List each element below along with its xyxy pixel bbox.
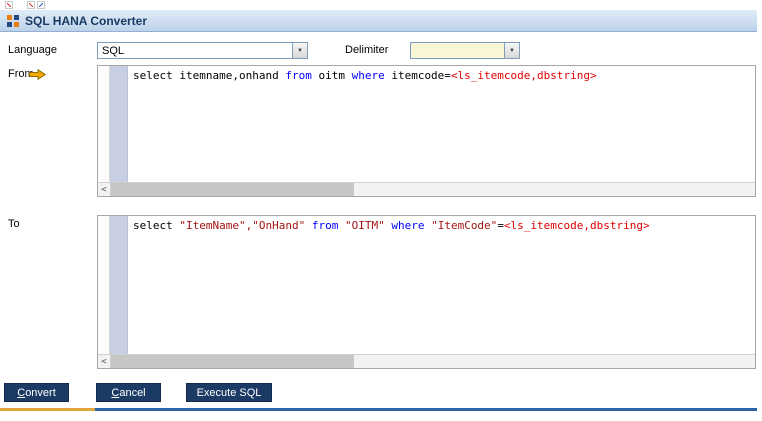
code-segment: = xyxy=(497,219,504,232)
to-sql-text[interactable]: select "ItemName","OnHand" from "OITM" w… xyxy=(128,216,755,354)
cancel-button[interactable]: Cancel xyxy=(96,383,161,402)
app-icon xyxy=(7,15,19,27)
scroll-left-icon[interactable]: < xyxy=(98,355,111,368)
code-segment: select itemname,onhand xyxy=(133,69,285,82)
scrollbar-thumb[interactable] xyxy=(111,355,354,368)
execute-sql-button[interactable]: Execute SQL xyxy=(186,383,272,402)
code-segment: select xyxy=(133,219,179,232)
broken-image-icon xyxy=(5,1,13,9)
code-segment: where xyxy=(391,219,424,232)
code-segment: "OITM" xyxy=(345,219,385,232)
code-segment: itemcode= xyxy=(385,69,451,82)
to-code-editor[interactable]: select "ItemName","OnHand" from "OITM" w… xyxy=(97,215,756,369)
window-titlebar[interactable]: SQL HANA Converter xyxy=(0,10,757,32)
to-editor-left-scrollbar[interactable] xyxy=(98,216,110,354)
broken-image-icon xyxy=(27,1,35,9)
code-segment xyxy=(305,219,312,232)
code-segment: from xyxy=(285,69,312,82)
chevron-down-icon[interactable]: ▼ xyxy=(504,43,519,58)
to-editor-margin xyxy=(110,216,128,354)
bottom-accent-gold xyxy=(0,408,95,411)
scrollbar-thumb[interactable] xyxy=(111,183,354,196)
scroll-left-icon[interactable]: < xyxy=(98,183,111,196)
from-code-editor[interactable]: select itemname,onhand from oitm where i… xyxy=(97,65,756,197)
screen: { "titlebar": { "title": "SQL HANA Conve… xyxy=(0,0,762,421)
chevron-down-icon[interactable]: ▼ xyxy=(292,43,307,58)
to-editor-hscrollbar[interactable]: < xyxy=(98,354,755,368)
broken-image-icon xyxy=(37,1,45,9)
from-editor-body: select itemname,onhand from oitm where i… xyxy=(98,66,755,182)
delimiter-dropdown[interactable]: ▼ xyxy=(410,42,520,59)
code-segment: <ls_itemcode,dbstring> xyxy=(451,69,597,82)
language-label: Language xyxy=(8,44,57,56)
language-selected-value: SQL xyxy=(98,45,292,57)
bottom-accent-blue xyxy=(95,408,757,411)
code-segment: oitm xyxy=(312,69,352,82)
code-segment: "ItemName","OnHand" xyxy=(179,219,305,232)
delimiter-label: Delimiter xyxy=(345,44,388,56)
to-editor-body: select "ItemName","OnHand" from "OITM" w… xyxy=(98,216,755,354)
to-label: To xyxy=(8,218,20,230)
from-editor-left-scrollbar[interactable] xyxy=(98,66,110,182)
window-title: SQL HANA Converter xyxy=(25,14,147,28)
code-segment: <ls_itemcode,dbstring> xyxy=(504,219,650,232)
language-dropdown[interactable]: SQL ▼ xyxy=(97,42,308,59)
from-sql-text[interactable]: select itemname,onhand from oitm where i… xyxy=(128,66,755,182)
from-editor-hscrollbar[interactable]: < xyxy=(98,182,755,196)
code-segment: where xyxy=(352,69,385,82)
code-segment xyxy=(338,219,345,232)
from-editor-margin xyxy=(110,66,128,182)
code-segment: "ItemCode" xyxy=(431,219,497,232)
convert-button[interactable]: Convert xyxy=(4,383,69,402)
bottom-accent-bar xyxy=(0,408,757,411)
code-segment: from xyxy=(312,219,339,232)
yellow-arrow-icon xyxy=(29,69,46,80)
